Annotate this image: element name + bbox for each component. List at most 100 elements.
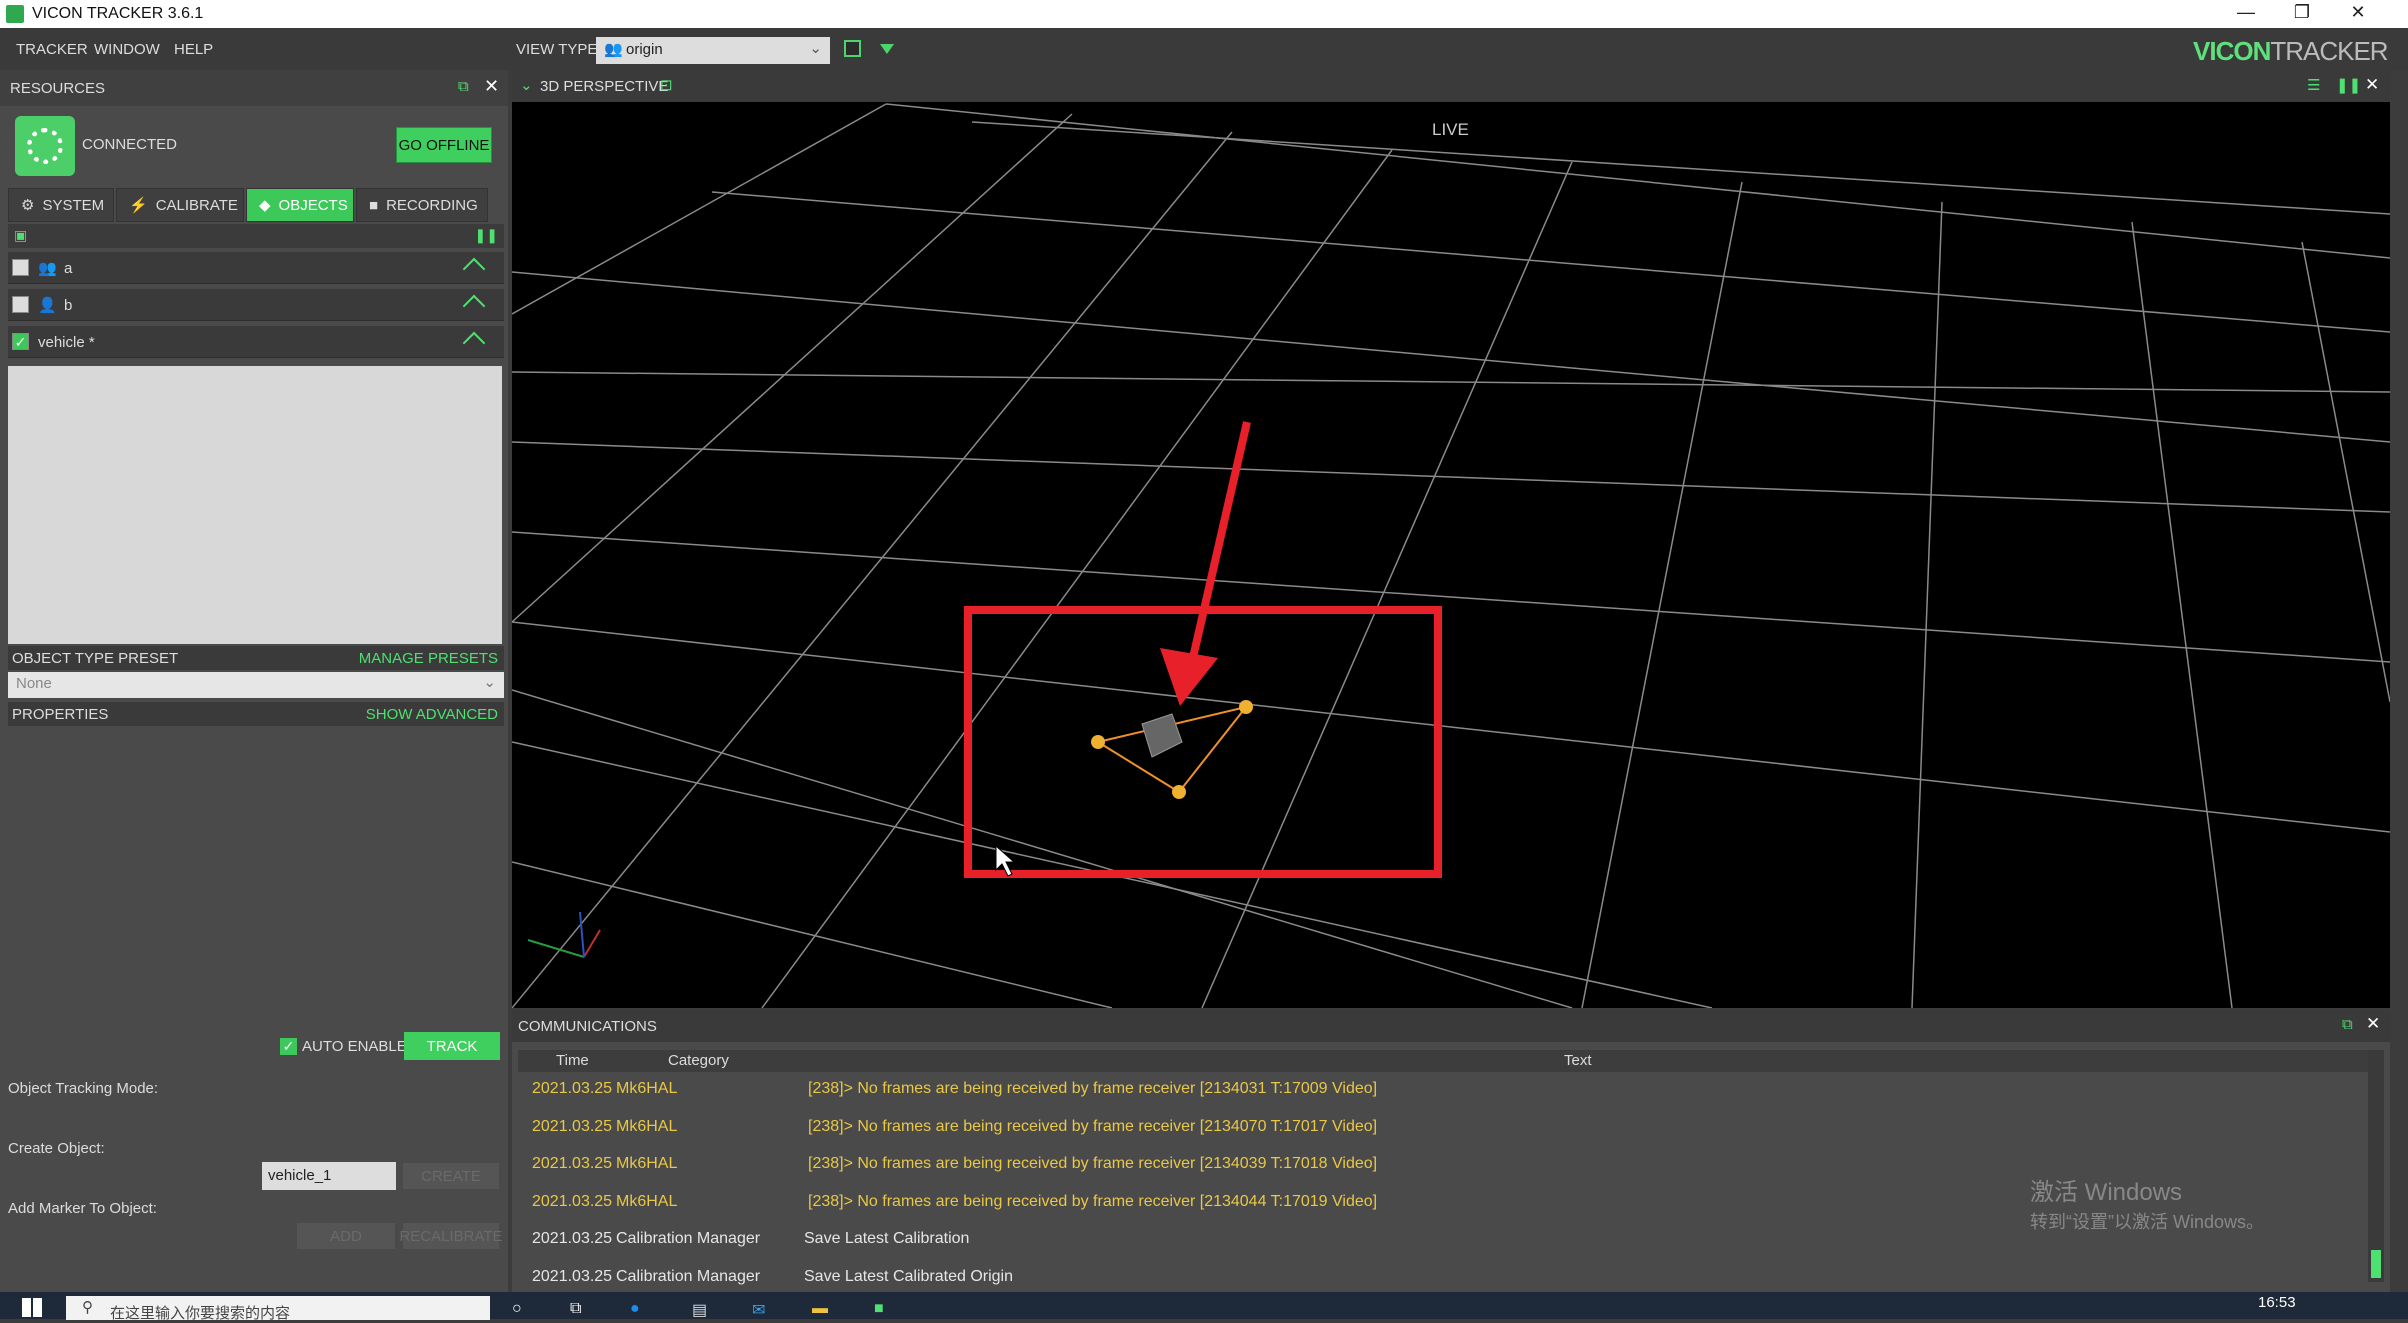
- restore-icon[interactable]: ❐: [2282, 2, 2322, 26]
- close-view-icon[interactable]: ✕: [2365, 75, 2379, 95]
- column-text[interactable]: Text: [1564, 1052, 1592, 1069]
- log-text: [238]> No frames are being received by f…: [808, 1117, 1378, 1135]
- activate-windows-hint: 转到“设置”以激活 Windows。: [2030, 1212, 2265, 1232]
- communications-panel: COMMUNICATIONS ⧉ ✕ Time Category Text 20…: [512, 1010, 2390, 1300]
- undock-icon[interactable]: ⧉: [458, 78, 469, 95]
- resources-panel: RESOURCES ⧉ ✕ CONNECTED GO OFFLINE ⚙ SYST…: [0, 70, 508, 1300]
- object-row-b[interactable]: 👤 b: [8, 289, 504, 321]
- view-type-select[interactable]: 👥 origin ⌄: [596, 37, 830, 64]
- taskbar: ⚲ 在这里输入你要搜索的内容 ○ ⧉ ● ▤ ✉ ▬ ■ 16:53: [0, 1292, 2408, 1322]
- pause-icon[interactable]: ❚❚: [2336, 76, 2361, 94]
- layout-rows-icon[interactable]: ☰: [2307, 76, 2320, 94]
- chevron-down-icon: ⌄: [809, 40, 822, 57]
- mail-icon[interactable]: ✉: [752, 1300, 774, 1319]
- focus-icon[interactable]: ⊡: [660, 76, 673, 94]
- log-category: Mk6HAL: [616, 1117, 678, 1135]
- object-row-a[interactable]: 👥 a: [8, 252, 504, 284]
- annotation-box: [964, 606, 1442, 878]
- add-button[interactable]: ADD: [296, 1222, 396, 1250]
- log-text: Save Latest Calibrated Origin: [804, 1267, 1013, 1285]
- log-table-header: Time Category Text: [518, 1050, 2372, 1072]
- windows-start-icon[interactable]: [22, 1298, 42, 1317]
- recalibrate-button[interactable]: RECALIBRATE: [399, 1222, 503, 1250]
- log-row[interactable]: 2021.03.25 Calibration Manager Save Latest…: [522, 1268, 2362, 1290]
- chevron-down-icon: ⌄: [483, 674, 496, 691]
- go-offline-button[interactable]: GO OFFLINE: [396, 127, 492, 163]
- create-object-input[interactable]: vehicle_1: [262, 1162, 396, 1190]
- log-row[interactable]: 2021.03.25 Mk6HAL [238]> No frames are bei…: [522, 1118, 2362, 1140]
- chevron-up-icon[interactable]: [462, 257, 486, 281]
- object-type-preset-header: OBJECT TYPE PRESET MANAGE PRESETS: [8, 646, 504, 670]
- objects-icon: ◆: [259, 197, 271, 214]
- save-view-icon[interactable]: [844, 40, 861, 57]
- communications-title: COMMUNICATIONS: [518, 1018, 657, 1035]
- communications-header: COMMUNICATIONS ⧉ ✕: [512, 1010, 2390, 1042]
- view-options-icon[interactable]: [880, 44, 894, 54]
- people-icon: 👥: [604, 41, 623, 58]
- resources-header: RESOURCES ⧉ ✕: [0, 70, 508, 106]
- manage-presets-link[interactable]: MANAGE PRESETS: [359, 650, 498, 667]
- undock-icon[interactable]: ⧉: [2342, 1016, 2353, 1033]
- column-time[interactable]: Time: [556, 1052, 589, 1069]
- auto-enable-checkbox[interactable]: ✓: [280, 1038, 297, 1055]
- close-panel-icon[interactable]: ✕: [484, 76, 499, 97]
- window-title: VICON TRACKER 3.6.1: [32, 5, 204, 22]
- log-time: 2021.03.25: [532, 1080, 613, 1097]
- menu-window[interactable]: WINDOW: [94, 41, 160, 58]
- menu-tracker[interactable]: TRACKER: [16, 41, 88, 58]
- object-checkbox-checked[interactable]: ✓: [12, 333, 29, 350]
- close-panel-icon[interactable]: ✕: [2366, 1014, 2380, 1034]
- save-objects-icon[interactable]: ▣: [14, 227, 27, 244]
- tracked-object: [1091, 700, 1253, 799]
- show-advanced-link[interactable]: SHOW ADVANCED: [366, 706, 498, 723]
- track-button[interactable]: TRACK: [404, 1032, 500, 1060]
- log-category: Calibration Manager: [616, 1230, 761, 1247]
- scrollbar-thumb[interactable]: [2371, 1250, 2381, 1278]
- log-category: Mk6HAL: [616, 1155, 678, 1172]
- preset-title: OBJECT TYPE PRESET: [12, 650, 179, 667]
- tab-calibrate[interactable]: ⚡ CALIBRATE: [116, 188, 244, 222]
- log-time: 2021.03.25: [532, 1230, 613, 1247]
- title-bar: VICON TRACKER 3.6.1 — ❐ ✕: [0, 0, 2408, 28]
- vicon-tracker-taskbar-icon[interactable]: ■: [874, 1300, 896, 1319]
- preset-select[interactable]: None ⌄: [8, 672, 504, 698]
- task-view-icon[interactable]: ⧉: [570, 1300, 592, 1319]
- tab-objects[interactable]: ◆ OBJECTS: [246, 188, 354, 222]
- menu-bar: TRACKER WINDOW HELP VIEW TYPE: 👥 origin …: [0, 28, 2408, 70]
- edge-icon[interactable]: ●: [630, 1300, 652, 1319]
- view-type-value: origin: [626, 41, 663, 58]
- file-explorer-icon[interactable]: ▬: [812, 1300, 834, 1319]
- cortana-icon[interactable]: ○: [512, 1300, 534, 1319]
- object-type-icon: 👥: [38, 260, 57, 277]
- menu-help[interactable]: HELP: [174, 41, 213, 58]
- minimize-icon[interactable]: —: [2226, 2, 2266, 26]
- tracking-mode-label: Object Tracking Mode:: [8, 1080, 159, 1097]
- log-scrollbar[interactable]: [2368, 1050, 2384, 1282]
- perspective-grid: [511, 103, 2391, 1009]
- object-checkbox[interactable]: [12, 296, 29, 313]
- taskbar-search[interactable]: ⚲ 在这里输入你要搜索的内容: [66, 1296, 490, 1322]
- resources-title: RESOURCES: [10, 80, 106, 97]
- person-icon: 👤: [38, 297, 57, 314]
- calibrate-icon: ⚡: [129, 197, 148, 214]
- 3d-viewport[interactable]: LIVE: [511, 102, 2391, 1009]
- recording-icon: ■: [369, 196, 379, 214]
- tab-system[interactable]: ⚙ SYSTEM: [8, 188, 114, 222]
- chevron-up-icon[interactable]: [462, 331, 486, 355]
- object-checkbox[interactable]: [12, 259, 29, 276]
- pause-icon[interactable]: ❚❚: [475, 227, 498, 244]
- store-icon[interactable]: ▤: [692, 1300, 714, 1319]
- column-category[interactable]: Category: [668, 1052, 729, 1069]
- object-row-vehicle[interactable]: ✓ vehicle *: [8, 326, 504, 358]
- objects-toolbar: ▣ ❚❚: [8, 224, 504, 248]
- create-button[interactable]: CREATE: [402, 1162, 500, 1190]
- chevron-up-icon[interactable]: [462, 294, 486, 318]
- properties-title: PROPERTIES: [12, 706, 109, 723]
- log-row[interactable]: 2021.03.25 Mk6HAL [238]> No frames are bei…: [522, 1080, 2362, 1102]
- view-panel: ⌄ 3D PERSPECTIVE ⊡ ☰ ❚❚ ✕ LIVE: [511, 70, 2391, 1009]
- app-icon: [6, 5, 24, 23]
- chevron-down-icon[interactable]: ⌄: [520, 76, 533, 94]
- close-window-icon[interactable]: ✕: [2338, 2, 2378, 26]
- tab-recording[interactable]: ■ RECORDING: [356, 188, 488, 222]
- log-time: 2021.03.25: [532, 1267, 613, 1285]
